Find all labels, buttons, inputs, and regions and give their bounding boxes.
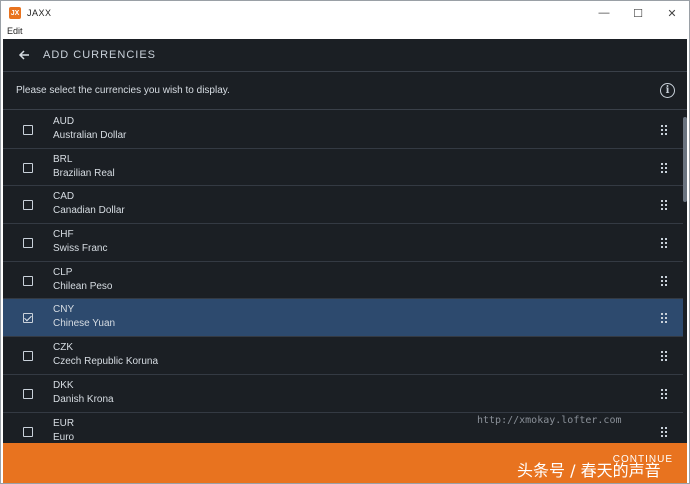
page-title: ADD CURRENCIES [43, 49, 157, 61]
window-controls: — ☐ ✕ [587, 1, 689, 25]
checkbox-icon[interactable] [23, 275, 33, 286]
currency-code: DKK [53, 379, 74, 391]
drag-handle-icon[interactable] [661, 388, 667, 399]
currency-row-czk[interactable]: CZK Czech Republic Koruna [3, 337, 687, 375]
checkbox-icon[interactable] [23, 388, 33, 399]
drag-handle-icon[interactable] [661, 125, 667, 135]
currency-code: CAD [53, 191, 75, 203]
checkbox-icon[interactable] [23, 313, 33, 324]
menu-edit[interactable]: Edit [7, 26, 23, 36]
currency-row-brl[interactable]: BRL Brazilian Real [3, 149, 687, 187]
currency-name: Euro [53, 431, 75, 443]
checkbox-icon[interactable] [23, 162, 33, 173]
minimize-button[interactable]: — [587, 1, 621, 25]
currency-code: CNY [53, 304, 75, 316]
page-header: ADD CURRENCIES [3, 39, 687, 72]
checkbox-icon[interactable] [23, 125, 33, 135]
currency-name: Brazilian Real [53, 167, 115, 179]
instruction-text: Please select the currencies you wish to… [16, 85, 230, 96]
drag-handle-icon[interactable] [661, 275, 667, 286]
currency-name: Chinese Yuan [53, 318, 116, 330]
currency-code: CZK [53, 342, 73, 354]
arrow-left-icon[interactable] [17, 48, 31, 62]
drag-handle-icon[interactable] [661, 351, 667, 362]
currency-code: CHF [53, 229, 74, 241]
currency-row-clp[interactable]: CLP Chilean Peso [3, 262, 687, 300]
currency-code: CLP [53, 266, 73, 278]
currency-list: AUD Australian Dollar BRL Brazilian Real CAD… [3, 111, 687, 443]
checkbox-icon[interactable] [23, 200, 33, 211]
title-bar: JX JAXX — ☐ ✕ [1, 1, 689, 25]
currency-row-chf[interactable]: CHF Swiss Franc [3, 224, 687, 262]
currency-row-dkk[interactable]: DKK Danish Krona [3, 375, 687, 413]
window-title: JAXX [27, 8, 52, 18]
currency-name: Canadian Dollar [53, 205, 125, 217]
scrollbar-thumb[interactable] [683, 117, 687, 202]
checkbox-icon[interactable] [23, 426, 33, 437]
info-icon[interactable]: i [660, 83, 675, 98]
close-button[interactable]: ✕ [655, 1, 689, 25]
drag-handle-icon[interactable] [661, 426, 667, 437]
drag-handle-icon[interactable] [661, 200, 667, 211]
drag-handle-icon[interactable] [661, 162, 667, 173]
currency-name: Czech Republic Koruna [53, 356, 159, 368]
currency-code: EUR [53, 417, 75, 429]
currency-code: BRL [53, 153, 73, 165]
currency-code: AUD [53, 116, 75, 127]
app-window: JX JAXX — ☐ ✕ Edit ADD CURRENCIES Please… [0, 0, 690, 484]
scrollbar[interactable] [683, 111, 687, 443]
currency-row-cny[interactable]: CNY Chinese Yuan [3, 299, 687, 338]
jaxx-logo-icon: JX [9, 7, 21, 19]
watermark-url: http://xmokay.lofter.com [477, 415, 622, 426]
maximize-button[interactable]: ☐ [621, 1, 655, 25]
currency-name: Chilean Peso [53, 280, 113, 292]
drag-handle-icon[interactable] [661, 313, 667, 324]
watermark-text: 头条号 / 春天的声音 [517, 461, 661, 480]
menu-bar: Edit [1, 25, 689, 39]
currency-name: Danish Krona [53, 393, 114, 405]
currency-row-cad[interactable]: CAD Canadian Dollar [3, 186, 687, 225]
currency-row-aud[interactable]: AUD Australian Dollar [3, 111, 687, 149]
drag-handle-icon[interactable] [661, 238, 667, 249]
currency-name: Australian Dollar [53, 130, 127, 141]
checkbox-icon[interactable] [23, 351, 33, 362]
instruction-bar: Please select the currencies you wish to… [3, 72, 687, 110]
checkbox-icon[interactable] [23, 238, 33, 249]
currency-name: Swiss Franc [53, 243, 108, 255]
